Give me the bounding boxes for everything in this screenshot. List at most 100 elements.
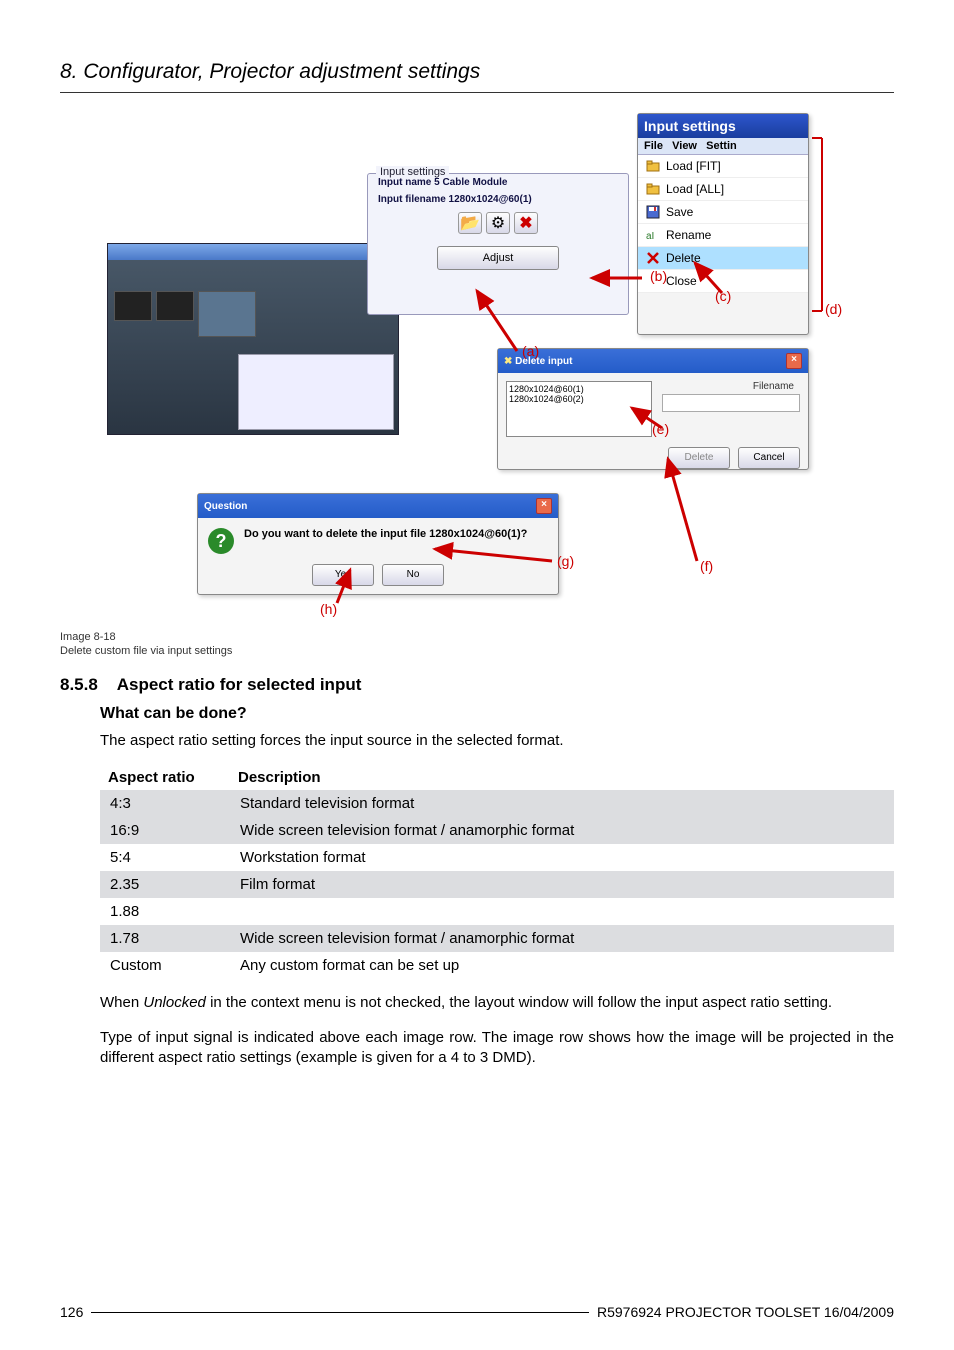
menu-item-rename[interactable]: aI Rename <box>638 224 808 247</box>
annotation-g: (g) <box>557 553 574 569</box>
annotation-f: (f) <box>700 558 713 574</box>
menu-item-label: Load [FIT] <box>666 159 721 173</box>
page-footer: 126 R5976924 PROJECTOR TOOLSET 16/04/200… <box>60 1304 894 1320</box>
menu-view[interactable]: View <box>672 140 697 152</box>
load-icon-button[interactable]: 📂 <box>458 212 482 234</box>
table-header: Aspect ratio <box>100 765 230 790</box>
menu-item-load-fit[interactable]: Load [FIT] <box>638 155 808 178</box>
folder-icon: 📂 <box>460 213 480 233</box>
divider <box>60 92 894 93</box>
doc-id: R5976924 PROJECTOR TOOLSET 16/04/2009 <box>597 1304 894 1320</box>
table-row: 4:3Standard television format <box>100 790 894 817</box>
description-cell: Any custom format can be set up <box>230 952 894 979</box>
description-cell: Standard television format <box>230 790 894 817</box>
rename-icon: aI <box>646 228 660 242</box>
question-icon: ? <box>208 528 234 554</box>
aspect-ratio-cell: Custom <box>100 952 230 979</box>
icon-button-row: 📂 ⚙ ✖ <box>368 208 628 238</box>
menu-item-label: Load [ALL] <box>666 182 724 196</box>
annotation-d: (d) <box>825 301 842 317</box>
menu-item-label: Rename <box>666 228 711 242</box>
save-icon <box>646 205 660 219</box>
aspect-ratio-cell: 1.88 <box>100 898 230 925</box>
delete-icon-button[interactable]: ✖ <box>514 212 538 234</box>
aspect-ratio-cell: 16:9 <box>100 817 230 844</box>
body-paragraph-2: Type of input signal is indicated above … <box>100 1028 894 1069</box>
bgapp-subpanel <box>238 354 394 430</box>
group-legend: Input settings <box>376 166 449 178</box>
aspect-ratio-cell: 2.35 <box>100 871 230 898</box>
description-cell: Wide screen television format / anamorph… <box>230 817 894 844</box>
annotation-c: (c) <box>715 288 731 304</box>
question-title: Question <box>204 501 247 512</box>
menu-file[interactable]: File <box>644 140 663 152</box>
subsection-heading: 8.5.8 Aspect ratio for selected input <box>60 675 894 695</box>
what-heading: What can be done? <box>100 705 894 723</box>
section-header: 8. Configurator, Projector adjustment se… <box>60 60 894 84</box>
question-dialog: Question × ? Do you want to delete the i… <box>197 493 559 595</box>
menu-title: Input settings <box>638 114 808 138</box>
bgapp-thumb-large <box>198 291 256 337</box>
cancel-button[interactable]: Cancel <box>738 447 800 469</box>
table-row: 5:4Workstation format <box>100 844 894 871</box>
load-all-icon <box>646 182 660 196</box>
menu-item-delete[interactable]: Delete <box>638 247 808 270</box>
list-item[interactable]: 1280x1024@60(2) <box>509 394 649 404</box>
delete-titlebar: ✖ Delete input × <box>498 349 808 373</box>
menu-settin[interactable]: Settin <box>706 140 737 152</box>
filename-listbox[interactable]: 1280x1024@60(1) 1280x1024@60(2) <box>506 381 652 437</box>
load-fit-icon <box>646 159 660 173</box>
filename-field[interactable] <box>662 394 800 412</box>
table-row: 1.78Wide screen television format / anam… <box>100 925 894 952</box>
body-paragraph-1: When Unlocked in the context menu is not… <box>100 993 894 1013</box>
bgapp-thumb <box>156 291 194 321</box>
intro-paragraph: The aspect ratio setting forces the inpu… <box>100 731 894 751</box>
table-header: Description <box>230 765 894 790</box>
menu-strip: File View Settin <box>638 138 808 155</box>
filename-label: Filename <box>662 381 800 392</box>
gear-small-icon: ⚙ <box>491 213 505 233</box>
menu-item-save[interactable]: Save <box>638 201 808 224</box>
table-row: 2.35Film format <box>100 871 894 898</box>
delete-button[interactable]: Delete <box>668 447 730 469</box>
list-item[interactable]: 1280x1024@60(1) <box>509 384 649 394</box>
annotation-b: (b) <box>650 268 667 284</box>
menu-item-load-all[interactable]: Load [ALL] <box>638 178 808 201</box>
aspect-ratio-cell: 4:3 <box>100 790 230 817</box>
annotation-a: (a) <box>522 343 539 359</box>
yes-button[interactable]: Yes <box>312 564 374 586</box>
dialog-close-button[interactable]: × <box>536 498 552 514</box>
description-cell: Workstation format <box>230 844 894 871</box>
input-filename-row: Input filename 1280x1024@60(1) <box>368 191 628 208</box>
adjust-button[interactable]: Adjust <box>437 246 559 270</box>
settings-icon-button[interactable]: ⚙ <box>486 212 510 234</box>
image-caption: Delete custom file via input settings <box>60 645 894 657</box>
annotation-e: (e) <box>652 421 669 437</box>
description-cell: Film format <box>230 871 894 898</box>
bgapp-toolbar <box>108 260 398 271</box>
table-row: 1.88 <box>100 898 894 925</box>
question-titlebar: Question × <box>198 494 558 518</box>
annotation-h: (h) <box>320 601 337 617</box>
table-row: CustomAny custom format can be set up <box>100 952 894 979</box>
menu-item-label: Close <box>666 274 697 288</box>
no-button[interactable]: No <box>382 564 444 586</box>
x-icon: ✖ <box>519 213 532 233</box>
bgapp-titlebar <box>108 244 398 260</box>
aspect-ratio-cell: 5:4 <box>100 844 230 871</box>
menu-item-label: Delete <box>666 251 701 265</box>
delete-icon <box>646 251 660 265</box>
table-row: 16:9Wide screen television format / anam… <box>100 817 894 844</box>
description-cell <box>230 898 894 925</box>
aspect-ratio-cell: 1.78 <box>100 925 230 952</box>
image-number: Image 8-18 <box>60 631 894 643</box>
panel-close-button[interactable]: × <box>786 353 802 369</box>
aspect-ratio-table: Aspect ratio Description 4:3Standard tel… <box>100 765 894 979</box>
question-text: Do you want to delete the input file 128… <box>244 528 527 540</box>
delete-input-panel: ✖ Delete input × 1280x1024@60(1) 1280x10… <box>497 348 809 470</box>
background-app <box>107 243 399 435</box>
figure-8-18: Input settings Input name 5 Cable Module… <box>107 113 847 623</box>
page-number: 126 <box>60 1304 83 1320</box>
bgapp-thumbs <box>108 271 398 357</box>
description-cell: Wide screen television format / anamorph… <box>230 925 894 952</box>
